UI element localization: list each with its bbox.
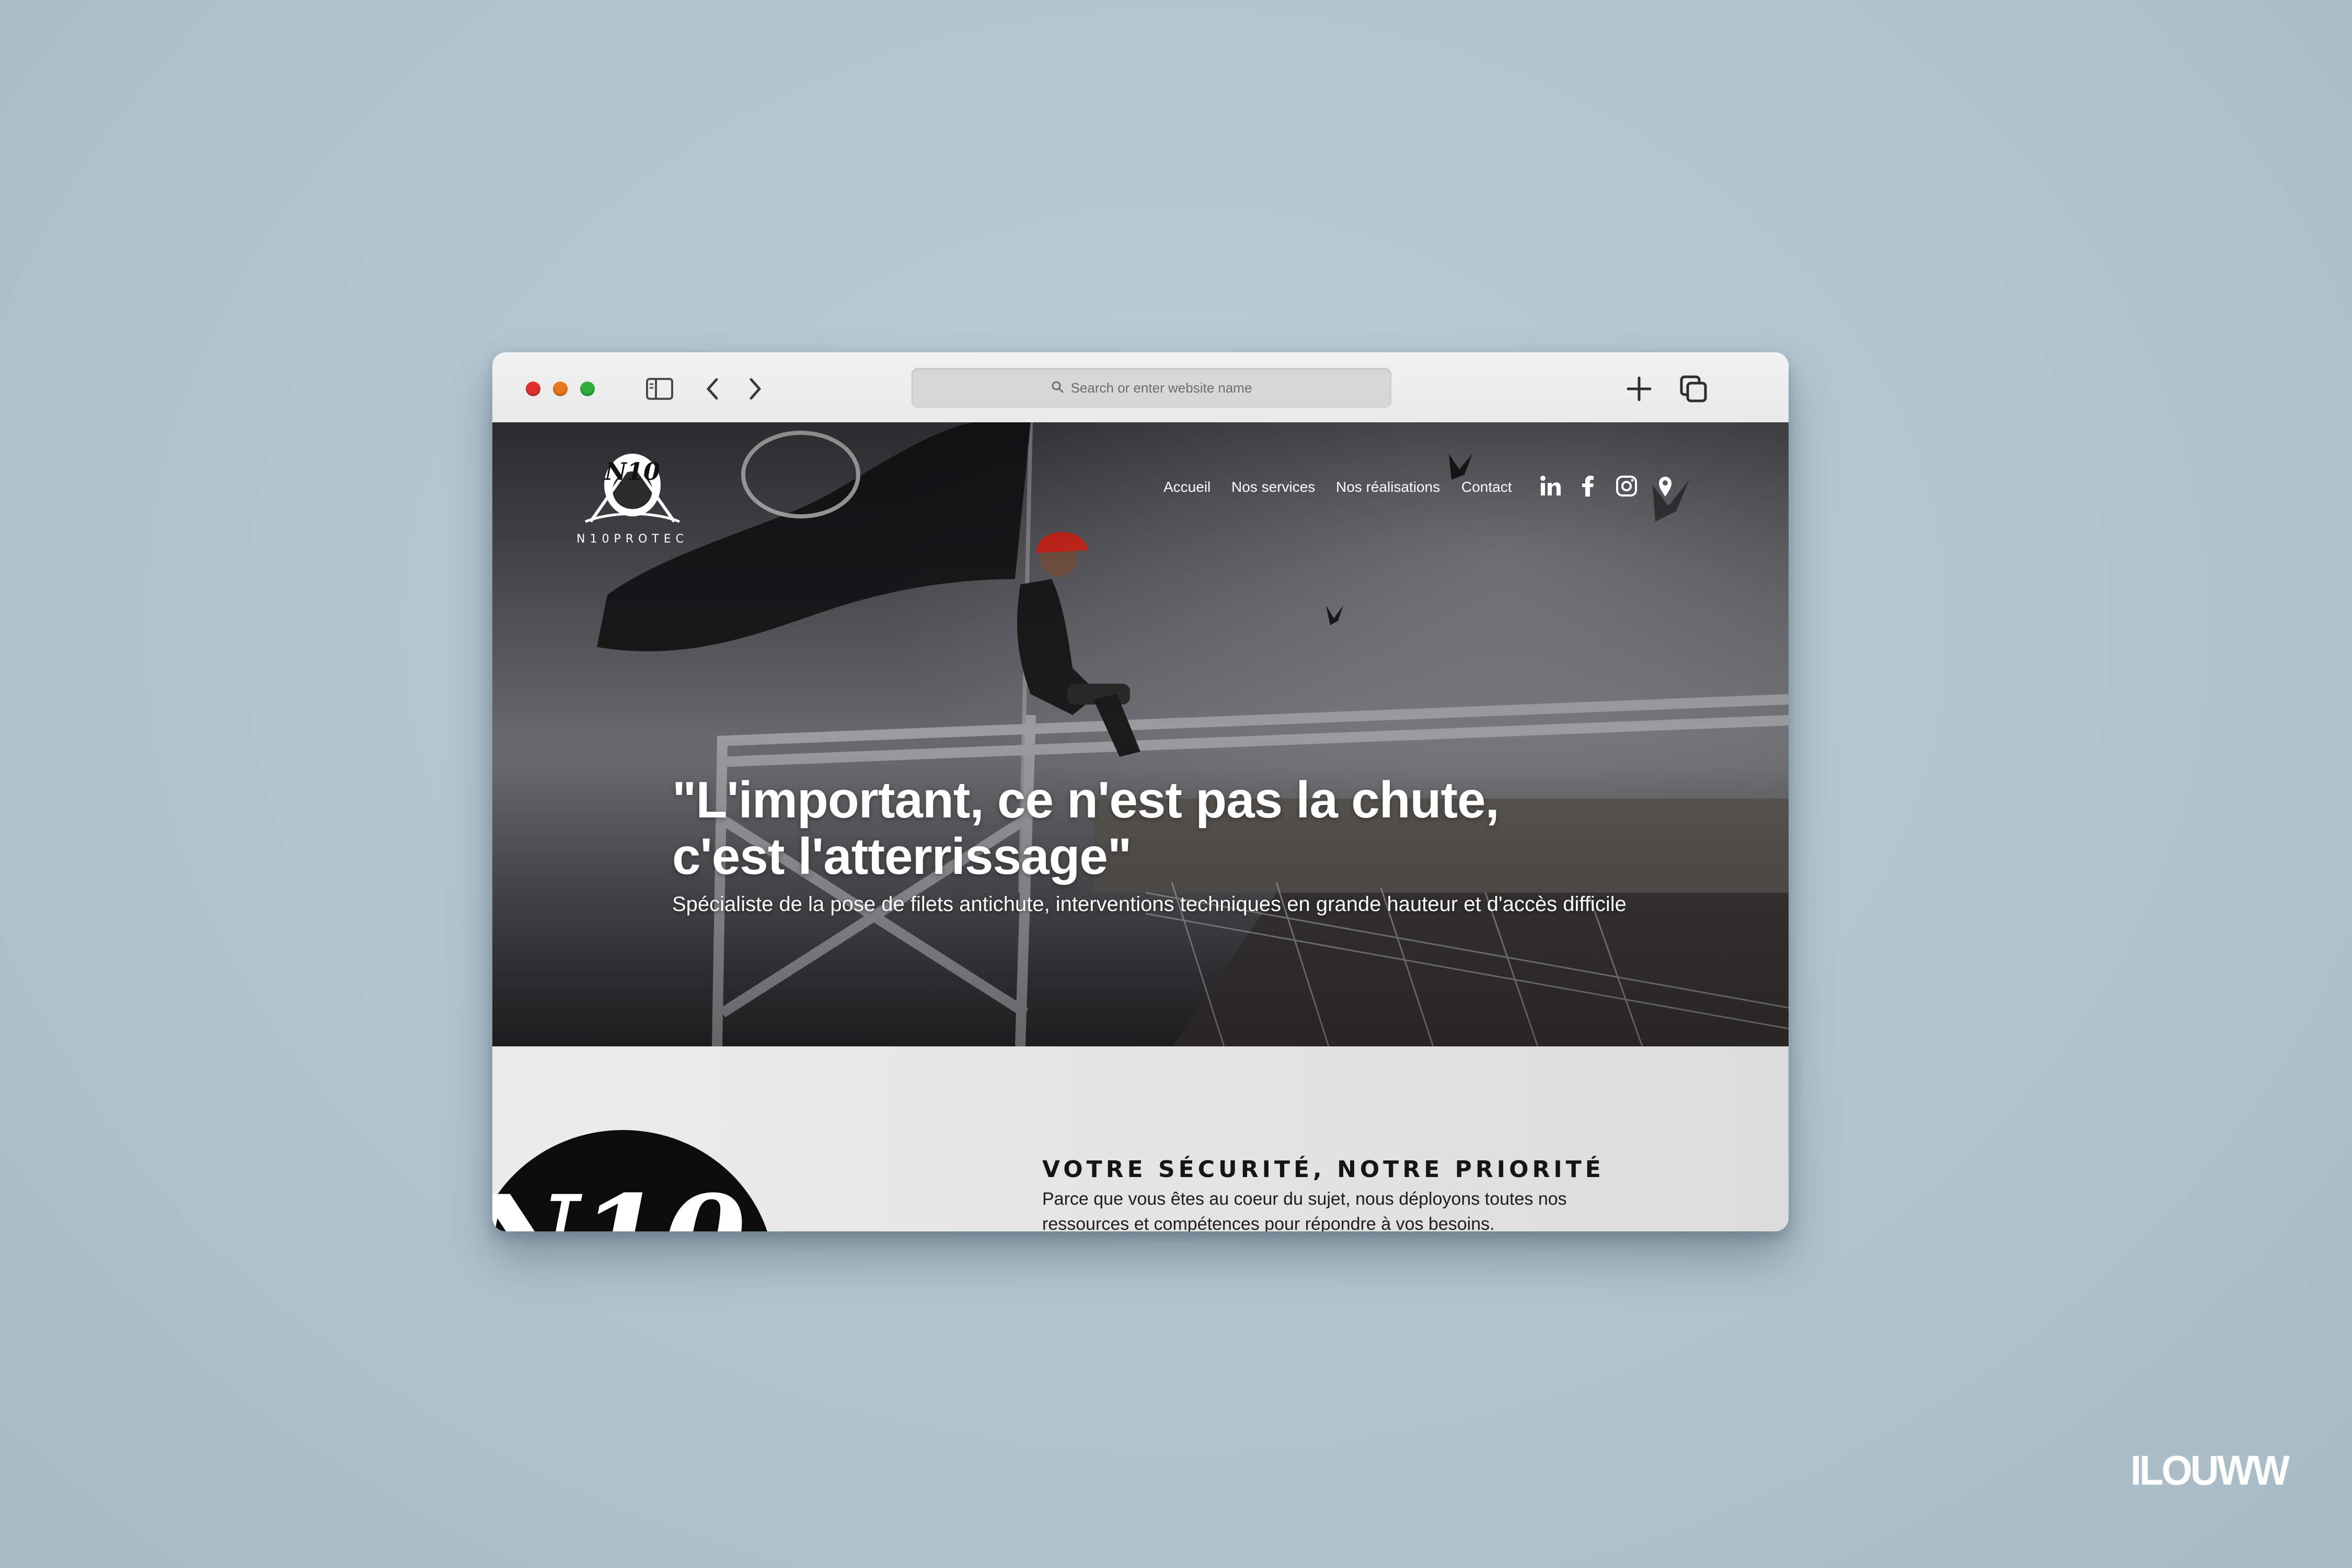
address-placeholder: Search or enter website name bbox=[1070, 379, 1252, 396]
hero-subtitle: Spécialiste de la pose de filets antichu… bbox=[672, 893, 1627, 916]
maximize-window-button[interactable] bbox=[580, 382, 595, 396]
forward-chevron-icon[interactable] bbox=[739, 373, 770, 405]
section-text: Parce que vous êtes au coeur du sujet, n… bbox=[1042, 1189, 1567, 1231]
n10protec-logo[interactable]: N10 N10PROTEC bbox=[570, 443, 695, 548]
browser-window: Search or enter website name N10 N10PROT… bbox=[492, 352, 1789, 1231]
hero-title: "L'important, ce n'est pas la chute, c'e… bbox=[672, 771, 1561, 884]
emblem-mark: N10 bbox=[492, 1169, 746, 1231]
minimize-window-button[interactable] bbox=[553, 382, 568, 396]
hero-section: N10 N10PROTEC Accueil Nos services Nos r… bbox=[492, 422, 1789, 1046]
n10-emblem-logo: N10 bbox=[492, 1130, 767, 1231]
hero-title-line-2: c'est l'atterrissage" bbox=[672, 827, 1132, 885]
location-pin-icon[interactable] bbox=[1654, 475, 1677, 498]
back-chevron-icon[interactable] bbox=[697, 373, 729, 405]
instagram-icon[interactable] bbox=[1615, 475, 1638, 498]
address-bar[interactable]: Search or enter website name bbox=[912, 368, 1391, 408]
facebook-icon[interactable] bbox=[1577, 475, 1600, 498]
sidebar-icon[interactable] bbox=[644, 373, 675, 405]
nav-nos-realisations[interactable]: Nos réalisations bbox=[1336, 479, 1440, 495]
logo-name: N10PROTEC bbox=[577, 533, 688, 546]
hero-title-line-1: "L'important, ce n'est pas la chute, bbox=[672, 771, 1500, 828]
new-tab-plus-icon[interactable] bbox=[1623, 373, 1655, 405]
watermark-logo: ILOUWW bbox=[2130, 1447, 2290, 1494]
nav-nos-services[interactable]: Nos services bbox=[1231, 479, 1315, 495]
close-window-button[interactable] bbox=[526, 382, 540, 396]
search-icon bbox=[1051, 381, 1064, 396]
intro-section: N10 VOTRE SÉCURITÉ, NOTRE PRIORITÉ Parce… bbox=[492, 1046, 1789, 1231]
linkedin-icon[interactable] bbox=[1539, 475, 1562, 498]
section-title: VOTRE SÉCURITÉ, NOTRE PRIORITÉ bbox=[1042, 1156, 1605, 1183]
nav-accueil[interactable]: Accueil bbox=[1163, 479, 1210, 495]
browser-toolbar: Search or enter website name bbox=[492, 352, 1789, 423]
nav-contact[interactable]: Contact bbox=[1461, 479, 1512, 495]
tabs-overview-icon[interactable] bbox=[1678, 373, 1709, 405]
logo-mark: N10 bbox=[604, 457, 660, 486]
